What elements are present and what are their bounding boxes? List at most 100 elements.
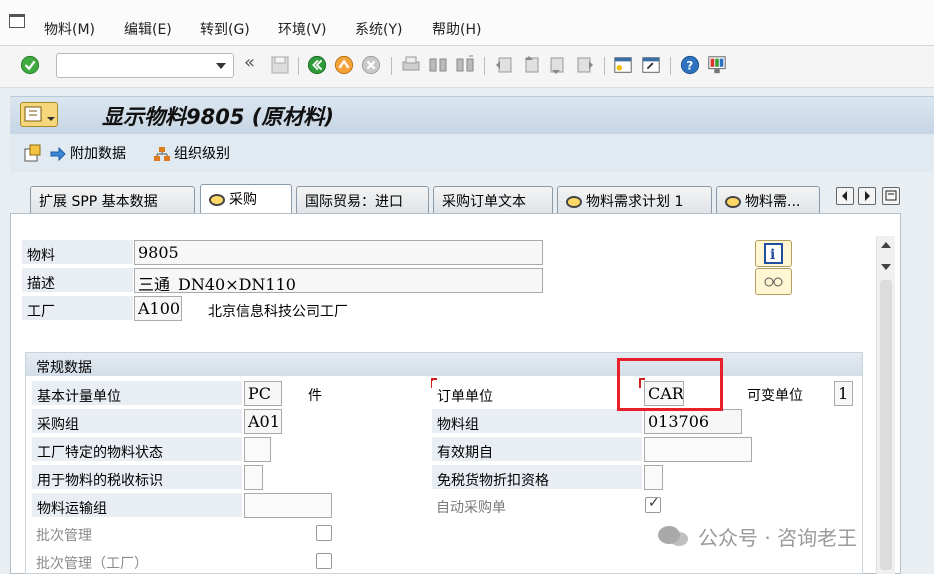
tab-label: 物料需... bbox=[745, 194, 801, 210]
shortcut-icon[interactable] bbox=[641, 54, 661, 76]
prev-page-icon[interactable] bbox=[521, 54, 541, 76]
chevron-left-icon bbox=[842, 191, 847, 201]
enter-icon[interactable] bbox=[20, 54, 40, 76]
order-unit-label: 订单单位 bbox=[432, 381, 642, 406]
material-label: 物料 bbox=[22, 240, 133, 265]
tab-label: 物料需求计划 1 bbox=[586, 194, 684, 210]
standard-toolbar: « ? bbox=[0, 46, 934, 88]
arrow-right-icon bbox=[50, 146, 66, 162]
tab-label: 采购 bbox=[229, 192, 257, 208]
tab-strip: 扩展 SPP 基本数据 采购 国际贸易：进口 采购订单文本 物料需求计划 1 物… bbox=[10, 181, 934, 214]
new-session-icon[interactable] bbox=[613, 54, 633, 76]
layout-icon[interactable] bbox=[707, 54, 727, 76]
print-icon[interactable] bbox=[401, 54, 421, 76]
material-group-field[interactable]: 013706 bbox=[644, 409, 742, 434]
find-next-icon[interactable] bbox=[455, 54, 475, 76]
double-chevron-left-icon[interactable]: « bbox=[244, 52, 264, 74]
watermark-text: 公众号 · 咨询老王 bbox=[698, 526, 858, 550]
org-levels-button[interactable]: 组织级别 bbox=[154, 143, 230, 163]
org-levels-label: 组织级别 bbox=[174, 146, 230, 162]
additional-data-button[interactable]: 附加数据 bbox=[50, 143, 126, 163]
save-icon[interactable] bbox=[270, 54, 290, 76]
tab-mrp-more[interactable]: 物料需... bbox=[716, 186, 820, 213]
batch-management-checkbox[interactable] bbox=[316, 525, 332, 541]
wechat-icon bbox=[658, 526, 688, 546]
command-field[interactable] bbox=[56, 53, 234, 78]
description-field[interactable]: 三通_DN40×DN110 bbox=[134, 268, 543, 293]
tax-exempt-field[interactable] bbox=[644, 465, 663, 490]
menu-environment[interactable]: 环境(V) bbox=[278, 19, 327, 39]
info-button[interactable]: i bbox=[755, 240, 792, 267]
highlight-box bbox=[617, 358, 723, 411]
menu-edit[interactable]: 编辑(E) bbox=[124, 19, 172, 39]
plant-material-status-field[interactable] bbox=[244, 437, 271, 462]
exit-icon[interactable] bbox=[334, 54, 354, 76]
tab-label: 采购订单文本 bbox=[442, 194, 526, 210]
batch-management-plant-label: 批次管理（工厂） bbox=[36, 556, 148, 572]
valid-from-field[interactable] bbox=[644, 437, 752, 462]
back-icon[interactable] bbox=[307, 54, 327, 76]
chevron-down-icon[interactable] bbox=[216, 63, 226, 69]
svg-text:i: i bbox=[770, 247, 775, 263]
tab-foreign-trade-import[interactable]: 国际贸易：进口 bbox=[296, 186, 429, 213]
scroll-down-icon[interactable] bbox=[881, 264, 891, 270]
variable-unit-label: 可变单位 bbox=[747, 388, 803, 404]
classification-button[interactable] bbox=[755, 268, 792, 295]
tab-scroll-right-button[interactable] bbox=[858, 187, 876, 205]
cancel-icon[interactable] bbox=[361, 54, 381, 76]
last-page-icon[interactable] bbox=[575, 54, 595, 76]
base-uom-field[interactable]: PC bbox=[244, 381, 282, 406]
plant-name: 北京信息科技公司工厂 bbox=[208, 304, 348, 320]
find-icon[interactable] bbox=[428, 54, 448, 76]
transport-group-field[interactable] bbox=[244, 493, 332, 518]
plant-label: 工厂 bbox=[22, 296, 133, 321]
batch-management-label: 批次管理 bbox=[36, 528, 92, 544]
glasses-icon bbox=[764, 277, 783, 287]
tab-extended-spp[interactable]: 扩展 SPP 基本数据 bbox=[30, 186, 195, 213]
vertical-scrollbar[interactable] bbox=[876, 236, 895, 574]
tab-status-icon bbox=[209, 194, 225, 206]
menu-material[interactable]: 物料(M) bbox=[44, 19, 95, 39]
help-icon[interactable]: ? bbox=[680, 54, 700, 76]
tab-po-text[interactable]: 采购订单文本 bbox=[433, 186, 553, 213]
additional-data-label: 附加数据 bbox=[70, 146, 126, 162]
material-field[interactable]: 9805 bbox=[134, 240, 543, 265]
purchasing-group-label: 采购组 bbox=[32, 409, 242, 434]
menu-goto[interactable]: 转到(G) bbox=[200, 19, 250, 39]
plant-field[interactable]: A100 bbox=[134, 296, 182, 321]
auto-po-checkbox[interactable] bbox=[645, 495, 661, 513]
scroll-up-icon[interactable] bbox=[881, 242, 891, 248]
tab-list-icon bbox=[885, 190, 897, 201]
scroll-thumb[interactable] bbox=[880, 280, 892, 570]
first-page-icon[interactable] bbox=[494, 54, 514, 76]
transaction-icon[interactable] bbox=[20, 102, 58, 127]
tax-indicator-label: 用于物料的税收标识 bbox=[32, 465, 242, 490]
next-page-icon[interactable] bbox=[548, 54, 568, 76]
material-group-label: 物料组 bbox=[432, 409, 642, 434]
chevron-right-icon bbox=[865, 191, 870, 201]
tab-label: 国际贸易：进口 bbox=[305, 194, 403, 210]
menu-system[interactable]: 系统(Y) bbox=[355, 19, 402, 39]
info-icon: i bbox=[764, 243, 783, 264]
menu-help[interactable]: 帮助(H) bbox=[432, 19, 481, 39]
group-title: 常规数据 bbox=[26, 353, 862, 376]
tab-label: 扩展 SPP 基本数据 bbox=[39, 194, 158, 210]
auto-po-label: 自动采购单 bbox=[436, 500, 506, 516]
valid-from-label: 有效期自 bbox=[432, 437, 642, 462]
title-bar: 显示物料9805 (原材料) bbox=[10, 96, 934, 134]
variable-unit-field[interactable]: 1 bbox=[834, 381, 853, 406]
org-hierarchy-icon bbox=[154, 147, 170, 161]
tab-mrp-1[interactable]: 物料需求计划 1 bbox=[557, 186, 712, 213]
svg-text:?: ? bbox=[686, 59, 693, 73]
other-material-icon[interactable] bbox=[22, 143, 44, 163]
plant-material-status-label: 工厂特定的物料状态 bbox=[32, 437, 242, 462]
system-menu-icon[interactable] bbox=[9, 14, 25, 28]
batch-management-plant-checkbox[interactable] bbox=[316, 553, 332, 569]
purchasing-group-field[interactable]: A01 bbox=[244, 409, 282, 434]
page-title: 显示物料9805 (原材料) bbox=[102, 105, 334, 129]
tab-scroll-left-button[interactable] bbox=[836, 187, 854, 205]
tab-list-button[interactable] bbox=[882, 187, 900, 205]
description-label: 描述 bbox=[22, 268, 133, 293]
tax-indicator-field[interactable] bbox=[244, 465, 263, 490]
tab-purchasing[interactable]: 采购 bbox=[200, 184, 292, 214]
